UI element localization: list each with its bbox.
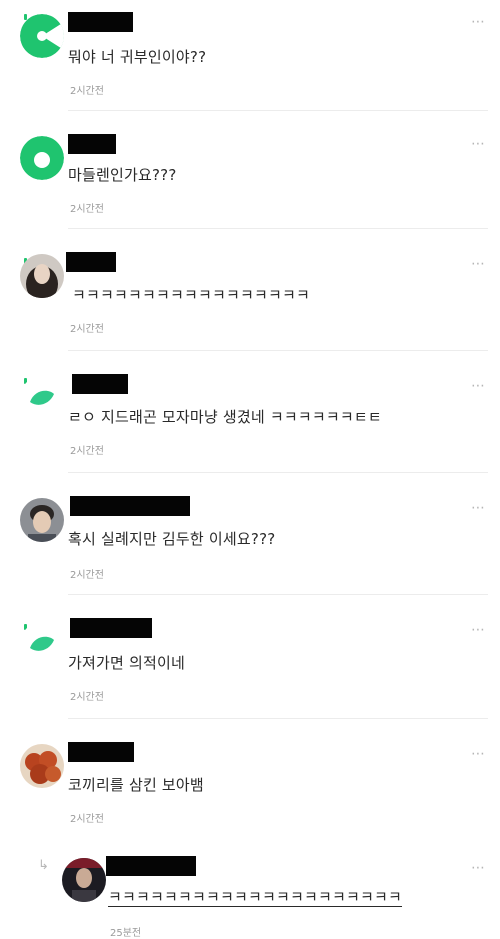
divider [68,110,488,111]
avatar[interactable] [20,136,64,180]
man-photo [20,498,64,542]
comment-time: 2시간전 [70,570,104,581]
comment-text: 가져가면 의적이네 [68,654,185,672]
author-name-redacted [72,374,128,394]
comment-text: 코끼리를 삼킨 보아뱀 [68,776,204,794]
avatar[interactable] [20,498,64,542]
more-options-button[interactable]: ⋯ [471,500,486,516]
reply-time: 25분전 [110,928,142,939]
comment-time: 2시간전 [70,814,104,825]
author-name-redacted [68,12,133,32]
green-ring-icon [20,136,64,180]
divider [68,228,488,229]
more-options-button[interactable]: ⋯ [471,256,486,272]
comment-text: ㅋㅋㅋㅋㅋㅋㅋㅋㅋㅋㅋㅋㅋㅋㅋㅋㅋ [72,286,311,304]
divider [68,594,488,595]
comment-time: 2시간전 [70,204,104,215]
comment-time: 2시간전 [70,446,104,457]
avatar[interactable] [62,858,106,902]
avatar[interactable] [20,14,64,58]
green-pacman-icon [20,14,64,58]
more-options-button[interactable]: ⋯ [471,14,486,30]
reply-arrow-icon: ↳ [38,858,49,873]
avatar[interactable] [20,622,64,666]
author-name-redacted [66,252,116,272]
more-options-button[interactable]: ⋯ [471,136,486,152]
leaf-icon [20,622,64,666]
avatar[interactable] [20,744,64,788]
woman-photo [20,254,64,298]
comment-text: 마들렌인가요??? [68,166,177,184]
reply-text: ㅋㅋㅋㅋㅋㅋㅋㅋㅋㅋㅋㅋㅋㅋㅋㅋㅋㅋㅋㅋㅋ [108,888,403,906]
divider [68,472,488,473]
comment-time: 2시간전 [70,86,104,97]
leaf-icon [20,376,64,420]
comment-time: 2시간전 [70,692,104,703]
comment-text: 뭐야 너 귀부인이야?? [68,48,207,66]
comment-text: 혹시 실례지만 김두한 이세요??? [68,530,276,548]
person-dark-photo [62,858,106,902]
divider [68,718,488,719]
more-options-button[interactable]: ⋯ [471,622,486,638]
divider [68,350,488,351]
more-options-button[interactable]: ⋯ [471,860,486,876]
avatar[interactable] [20,376,64,420]
food-photo [20,744,64,788]
more-options-button[interactable]: ⋯ [471,746,486,762]
author-name-redacted [68,134,116,154]
avatar[interactable] [20,254,64,298]
author-name-redacted [70,618,152,638]
author-name-redacted [106,856,196,876]
author-name-redacted [68,742,134,762]
more-options-button[interactable]: ⋯ [471,378,486,394]
comment-text: ㄹㅇ 지드래곤 모자마냥 생겼네 ㅋㅋㅋㅋㅋㅋㅌㅌ [68,408,382,426]
comment-time: 2시간전 [70,324,104,335]
author-name-redacted [70,496,190,516]
